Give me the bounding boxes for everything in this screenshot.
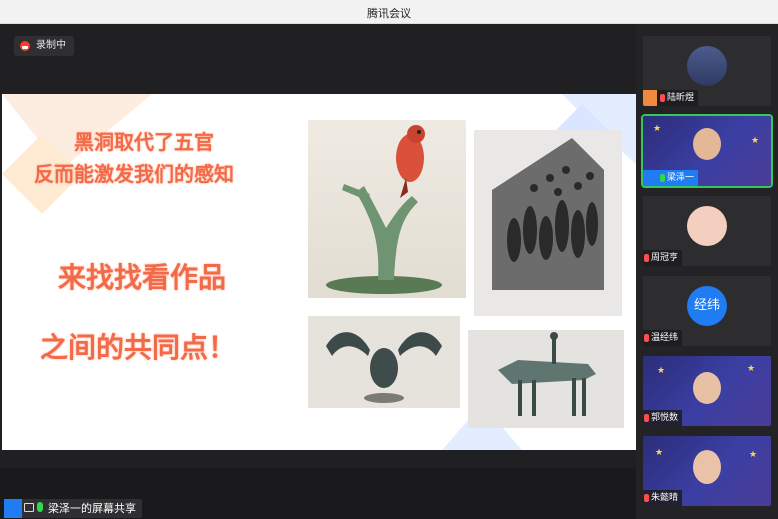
participant-namebar: 周冠亨 — [643, 250, 683, 266]
star-icon: ★ — [749, 450, 758, 460]
participant-name: 周冠亨 — [651, 253, 679, 263]
title-bar: 腾讯会议 — [0, 0, 778, 24]
participant-tile[interactable]: 经纬 温经纬 — [643, 276, 771, 346]
artwork-bird-sculpture — [308, 120, 466, 298]
user-icon — [4, 499, 22, 518]
mic-icon — [37, 502, 43, 512]
window-title: 腾讯会议 — [367, 7, 411, 20]
mic-muted-icon — [644, 414, 649, 422]
recording-indicator[interactable]: 录制中 — [14, 36, 74, 56]
record-icon — [20, 41, 30, 51]
participant-namebar: 陆昕煜 — [643, 90, 699, 106]
avatar — [687, 206, 727, 246]
participant-name: 温经纬 — [651, 333, 679, 343]
participant-namebar: 温经纬 — [643, 330, 683, 346]
slide-line-4: 之间的共同点！ — [40, 331, 237, 364]
star-icon: ★ — [751, 136, 760, 146]
participant-video — [693, 450, 721, 484]
mic-muted-icon — [660, 94, 665, 102]
horse-sculpture-image — [498, 332, 596, 416]
antler-sculpture-image — [326, 332, 442, 403]
participant-tile[interactable]: ★ ★ 朱懿晴 — [643, 436, 771, 506]
participant-name: 梁泽一 — [667, 173, 695, 183]
participant-tile-active[interactable]: ★ ★ 梁泽一 — [641, 114, 773, 188]
screen-share-indicator[interactable]: 梁泽一的屏幕共享 — [4, 499, 142, 518]
user-icon — [643, 170, 657, 186]
participant-name: 郭悦数 — [651, 413, 679, 423]
recording-label: 录制中 — [36, 40, 66, 51]
artwork-horse-sculpture — [468, 330, 624, 428]
star-icon: ★ — [747, 364, 756, 374]
star-icon: ★ — [657, 366, 666, 376]
star-icon: ★ — [655, 448, 664, 458]
screen-icon — [24, 503, 34, 512]
participant-name: 朱懿晴 — [651, 493, 679, 503]
presentation-slide: 黑洞取代了五官 反而能激发我们的感知 来找找看作品 之间的共同点！ — [2, 94, 636, 450]
participant-namebar: 梁泽一 — [643, 170, 699, 186]
screen-share-label: 梁泽一的屏幕共享 — [48, 502, 136, 515]
participant-namebar: 朱懿晴 — [643, 490, 683, 506]
participant-video — [693, 128, 721, 160]
slide-line-2: 反而能激发我们的感知 — [34, 162, 234, 186]
slide-line-1: 黑洞取代了五官 — [74, 130, 214, 154]
mic-muted-icon — [644, 334, 649, 342]
participant-tile[interactable]: ★ ★ 郭悦数 — [643, 356, 771, 426]
avatar: 经纬 — [687, 286, 727, 326]
mic-muted-icon — [644, 494, 649, 502]
bird-sculpture-image — [326, 125, 442, 294]
participant-name: 陆昕煜 — [667, 93, 695, 103]
participant-video — [693, 372, 721, 404]
participant-sidebar[interactable]: 陆昕煜 ★ ★ 梁泽一 周冠亨 经纬 温经纬 ★ ★ 郭悦数 ★ ★ 朱懿晴 — [636, 24, 778, 519]
star-icon: ★ — [653, 124, 662, 134]
user-icon — [643, 90, 657, 106]
meeting-window: 腾讯会议 录制中 黑洞取代了五官 反而能激发我们的感知 来找找看作品 之间的共同… — [0, 0, 778, 519]
participant-tile[interactable]: 周冠亨 — [643, 196, 771, 266]
participant-tile[interactable]: 陆昕煜 — [643, 36, 771, 106]
avatar — [687, 46, 727, 86]
artwork-house-relief — [474, 130, 622, 316]
mic-muted-icon — [644, 254, 649, 262]
slide-line-3: 来找找看作品 — [58, 261, 227, 294]
artwork-antler-sculpture — [308, 316, 460, 408]
mic-icon — [660, 174, 665, 182]
participant-namebar: 郭悦数 — [643, 410, 683, 426]
house-relief-image — [492, 138, 604, 290]
